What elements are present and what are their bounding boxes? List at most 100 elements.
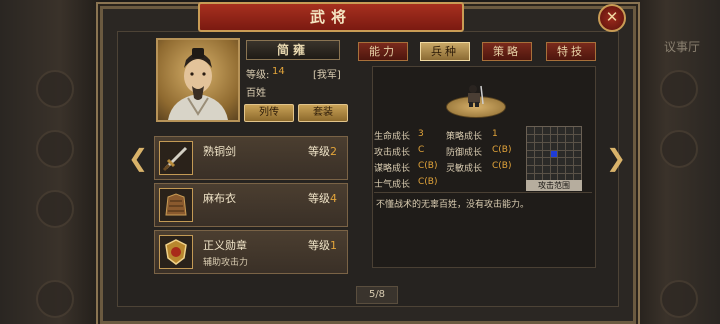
background-slot bbox=[36, 190, 74, 228]
range-cell bbox=[566, 127, 574, 134]
equipment-level-label: 等级 bbox=[308, 145, 330, 158]
agility-growth-value: C(B) bbox=[492, 161, 512, 171]
range-cell bbox=[542, 134, 550, 142]
range-cell bbox=[534, 127, 542, 134]
range-cell bbox=[574, 142, 581, 150]
previous-general-arrow-icon[interactable]: ❮ bbox=[128, 144, 148, 172]
equipment-level: 等级2 bbox=[308, 143, 337, 159]
range-cell bbox=[566, 142, 574, 150]
outfit-set-button[interactable]: 套装 bbox=[298, 104, 348, 122]
equipment-slot-armor[interactable]: 麻布衣 等级4 bbox=[154, 183, 348, 227]
range-cell bbox=[558, 142, 566, 150]
range-cell bbox=[542, 166, 550, 174]
range-cell bbox=[550, 127, 558, 134]
equipment-slot-accessory[interactable]: 正义勋章 等级1 辅助攻击力 bbox=[154, 230, 348, 274]
background-slot bbox=[660, 70, 698, 108]
range-cell bbox=[527, 150, 534, 158]
morale-growth-value: C(B) bbox=[418, 177, 438, 187]
attack-range-label: 攻击范围 bbox=[526, 180, 582, 191]
range-cell bbox=[550, 166, 558, 174]
next-general-arrow-icon[interactable]: ❯ bbox=[606, 144, 626, 172]
background-slot bbox=[660, 130, 698, 168]
range-cell bbox=[527, 127, 534, 134]
background-hall-label: 议事厅 bbox=[664, 40, 701, 54]
background-slot bbox=[36, 130, 74, 168]
strategy-growth-value: 1 bbox=[492, 129, 498, 139]
equipment-level-value: 2 bbox=[330, 145, 337, 158]
range-cell bbox=[574, 166, 581, 174]
strategy-growth-label: 策略成长 bbox=[446, 132, 483, 142]
background-slot bbox=[36, 70, 74, 108]
portrait-figure-icon bbox=[168, 48, 228, 120]
range-cell bbox=[527, 166, 534, 174]
range-cell bbox=[566, 158, 574, 166]
tab-strategy[interactable]: 策略 bbox=[482, 42, 532, 61]
range-cell bbox=[574, 134, 581, 142]
close-button[interactable]: ✕ bbox=[598, 4, 626, 32]
defense-growth-value: C(B) bbox=[492, 145, 512, 155]
equipment-level: 等级1 bbox=[308, 237, 337, 253]
range-cell bbox=[574, 127, 581, 134]
faction-tag: [我军] bbox=[313, 70, 341, 81]
page-indicator: 5/8 bbox=[356, 286, 398, 304]
armor-icon bbox=[159, 188, 193, 222]
range-cell bbox=[534, 134, 542, 142]
range-cell bbox=[566, 134, 574, 142]
intellect-growth-value: C(B) bbox=[418, 161, 438, 171]
biography-button[interactable]: 列传 bbox=[244, 104, 294, 122]
equipment-name: 正义勋章 bbox=[203, 239, 247, 252]
range-cell bbox=[534, 150, 542, 158]
hp-growth-label: 生命成长 bbox=[374, 132, 411, 142]
range-cell bbox=[550, 142, 558, 150]
range-cell-hit bbox=[550, 150, 558, 158]
tab-skills[interactable]: 特技 bbox=[546, 42, 596, 61]
range-cell bbox=[558, 158, 566, 166]
agility-growth-label: 灵敏成长 bbox=[446, 164, 483, 174]
range-cell bbox=[566, 150, 574, 158]
range-cell bbox=[527, 158, 534, 166]
sword-icon bbox=[159, 141, 193, 175]
equipment-level-value: 4 bbox=[330, 192, 337, 205]
range-cell bbox=[558, 150, 566, 158]
equipment-description: 辅助攻击力 bbox=[203, 258, 249, 268]
equipment-level-label: 等级 bbox=[308, 239, 330, 252]
range-cell bbox=[542, 142, 550, 150]
equipment-level-value: 1 bbox=[330, 239, 337, 252]
range-cell bbox=[542, 158, 550, 166]
range-cell bbox=[527, 134, 534, 142]
unit-description: 不懂战术的无辜百姓，没有攻击能力。 bbox=[376, 200, 530, 210]
range-cell bbox=[534, 158, 542, 166]
range-cell bbox=[566, 166, 574, 174]
range-cell bbox=[527, 142, 534, 150]
tab-ability[interactable]: 能力 bbox=[358, 42, 408, 61]
attack-range-grid bbox=[526, 126, 582, 182]
unit-type-label: 百姓 bbox=[246, 88, 266, 99]
range-cell bbox=[550, 134, 558, 142]
civilian-unit-icon bbox=[468, 85, 484, 107]
range-cell bbox=[574, 150, 581, 158]
morale-growth-label: 士气成长 bbox=[374, 180, 411, 190]
intellect-growth-label: 谋略成长 bbox=[374, 164, 411, 174]
range-cell bbox=[558, 134, 566, 142]
range-cell bbox=[542, 127, 550, 134]
equipment-name: 麻布衣 bbox=[203, 192, 236, 205]
attack-growth-value: C bbox=[418, 145, 425, 155]
equipment-slot-weapon[interactable]: 熟铜剑 等级2 bbox=[154, 136, 348, 180]
range-cell bbox=[542, 150, 550, 158]
range-cell bbox=[558, 127, 566, 134]
background-slot bbox=[660, 280, 698, 318]
range-cell bbox=[534, 142, 542, 150]
range-cell bbox=[558, 166, 566, 174]
tab-unit-type[interactable]: 兵种 bbox=[420, 42, 470, 61]
background-slot bbox=[36, 280, 74, 318]
dialog-title: 武将 bbox=[198, 2, 464, 32]
defense-growth-label: 防御成长 bbox=[446, 148, 483, 158]
equipment-name: 熟铜剑 bbox=[203, 145, 236, 158]
level-label: 等级: bbox=[246, 70, 270, 81]
medal-icon bbox=[159, 235, 193, 269]
range-cell bbox=[574, 158, 581, 166]
range-cell bbox=[550, 158, 558, 166]
range-cell bbox=[534, 166, 542, 174]
hp-growth-value: 3 bbox=[418, 129, 424, 139]
equipment-level-label: 等级 bbox=[308, 192, 330, 205]
